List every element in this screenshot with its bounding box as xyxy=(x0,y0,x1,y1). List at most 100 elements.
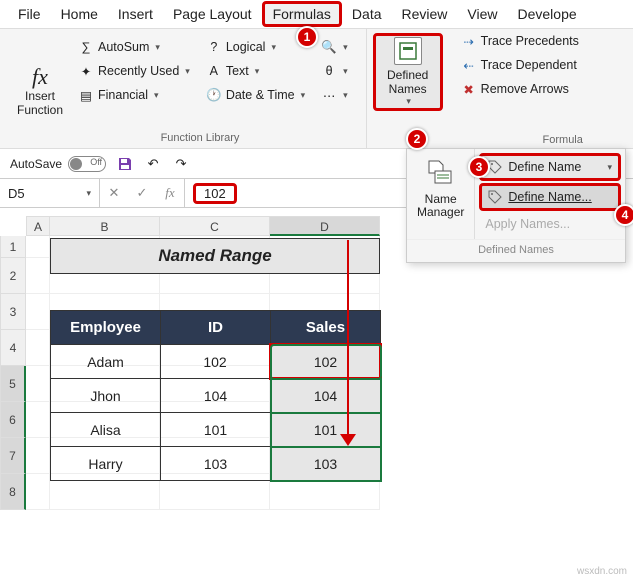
flyout-group-label: Defined Names xyxy=(407,239,625,262)
group-label-function-library: Function Library xyxy=(10,128,390,144)
step-badge-1: 1 xyxy=(296,26,318,48)
name-manager-button[interactable]: Name Manager xyxy=(407,149,475,239)
remove-arrows-label: Remove Arrows xyxy=(481,82,569,96)
autosave-label: AutoSave xyxy=(10,157,62,171)
more-button[interactable]: ⋯▾ xyxy=(317,85,352,105)
step-badge-3: 3 xyxy=(468,156,490,178)
tab-file[interactable]: File xyxy=(8,2,51,26)
cell-sales-selected[interactable]: 102 xyxy=(271,345,381,379)
autosum-button[interactable]: ∑ AutoSum ▾ xyxy=(74,37,194,57)
row-header-8[interactable]: 8 xyxy=(0,474,26,510)
formula-value: 102 xyxy=(193,183,237,204)
chevron-down-icon: ▾ xyxy=(255,66,260,77)
name-box-value: D5 xyxy=(8,186,25,201)
date-time-button[interactable]: 🕐 Date & Time ▾ xyxy=(202,85,309,105)
chevron-down-icon: ▾ xyxy=(343,90,348,101)
tab-developer[interactable]: Develope xyxy=(508,2,587,26)
step-badge-2: 2 xyxy=(406,128,428,150)
cell-id[interactable]: 102 xyxy=(161,345,271,379)
text-icon: A xyxy=(206,63,222,79)
lookup-icon: 🔍 xyxy=(321,39,337,55)
defined-names-icon xyxy=(394,37,422,65)
tab-page-layout[interactable]: Page Layout xyxy=(163,2,262,26)
remove-arrows-button[interactable]: ✖ Remove Arrows xyxy=(457,79,583,99)
chevron-down-icon: ▾ xyxy=(607,162,612,173)
row-header-7[interactable]: 7 xyxy=(0,438,26,474)
date-time-label: Date & Time xyxy=(226,88,295,102)
col-header-d[interactable]: D xyxy=(270,216,380,236)
autosave-toggle[interactable]: AutoSave Off xyxy=(10,156,106,172)
cell-sales[interactable]: 101 xyxy=(271,413,381,447)
trace-dependents-label: Trace Dependent xyxy=(481,58,577,72)
col-header-a[interactable]: A xyxy=(26,216,50,236)
tab-home[interactable]: Home xyxy=(51,2,108,26)
trace-dependents-button[interactable]: ⇠ Trace Dependent xyxy=(457,55,583,75)
defined-names-button[interactable]: Defined Names ▾ xyxy=(373,33,443,111)
chevron-down-icon: ▾ xyxy=(343,42,348,53)
theta-icon: θ xyxy=(321,63,337,79)
row-header-1[interactable]: 1 xyxy=(0,236,26,258)
cell-employee[interactable]: Harry xyxy=(51,447,161,481)
lookup-button[interactable]: 🔍▾ xyxy=(317,37,352,57)
cancel-icon[interactable]: ✕ xyxy=(100,179,128,207)
text-button[interactable]: A Text ▾ xyxy=(202,61,309,81)
tab-insert[interactable]: Insert xyxy=(108,2,163,26)
financial-icon: ▤ xyxy=(78,87,94,103)
enter-icon[interactable]: ✓ xyxy=(128,179,156,207)
logical-button[interactable]: ? Logical ▾ xyxy=(202,37,309,57)
trace-precedents-button[interactable]: ⇢ Trace Precedents xyxy=(457,31,583,51)
remove-arrows-icon: ✖ xyxy=(461,81,477,97)
row-header-6[interactable]: 6 xyxy=(0,402,26,438)
ribbon-tabs: File Home Insert Page Layout Formulas Da… xyxy=(0,0,633,28)
col-id[interactable]: ID xyxy=(161,311,271,345)
tab-review[interactable]: Review xyxy=(392,2,458,26)
chevron-down-icon: ▾ xyxy=(301,90,306,101)
autosum-label: AutoSum xyxy=(98,40,149,54)
redo-icon[interactable]: ↷ xyxy=(172,155,190,173)
cell-employee[interactable]: Adam xyxy=(51,345,161,379)
watermark: wsxdn.com xyxy=(577,566,627,577)
cell-sales[interactable]: 103 xyxy=(271,447,381,481)
row-header-2[interactable]: 2 xyxy=(0,258,26,294)
row-header-5[interactable]: 5 xyxy=(0,366,26,402)
defined-names-label: Defined Names xyxy=(387,69,428,95)
col-header-b[interactable]: B xyxy=(50,216,160,236)
cell-id[interactable]: 103 xyxy=(161,447,271,481)
sheet-title[interactable]: Named Range xyxy=(50,238,380,274)
chevron-down-icon: ▾ xyxy=(154,90,159,101)
save-icon[interactable] xyxy=(116,155,134,173)
define-name-dialog-item[interactable]: Define Name... xyxy=(479,183,621,211)
name-box[interactable]: D5 ▾ xyxy=(0,179,100,207)
cell-employee[interactable]: Jhon xyxy=(51,379,161,413)
apply-names-item[interactable]: Apply Names... xyxy=(479,213,621,235)
cell-sales[interactable]: 104 xyxy=(271,379,381,413)
define-name-menu[interactable]: Define Name ▾ xyxy=(479,153,621,181)
cell-employee[interactable]: Alisa xyxy=(51,413,161,447)
recent-icon: ✦ xyxy=(78,63,94,79)
tab-data[interactable]: Data xyxy=(342,2,392,26)
col-employee[interactable]: Employee xyxy=(51,311,161,345)
table-row: Adam 102 102 xyxy=(51,345,381,379)
logical-icon: ? xyxy=(206,39,222,55)
defined-names-dropdown: Name Manager Define Name ▾ Define Name..… xyxy=(406,148,626,263)
math-button[interactable]: θ▾ xyxy=(317,61,352,81)
col-sales[interactable]: Sales xyxy=(271,311,381,345)
fx-icon[interactable]: fx xyxy=(156,179,184,207)
toggle-switch[interactable]: Off xyxy=(68,156,106,172)
undo-icon[interactable]: ↶ xyxy=(144,155,162,173)
tab-view[interactable]: View xyxy=(457,2,507,26)
toggle-off-label: Off xyxy=(90,157,102,167)
financial-button[interactable]: ▤ Financial ▾ xyxy=(74,85,194,105)
define-name-dialog-label: Define Name... xyxy=(508,190,591,204)
row-header-3[interactable]: 3 xyxy=(0,294,26,330)
row-header-4[interactable]: 4 xyxy=(0,330,26,366)
apply-names-label: Apply Names... xyxy=(485,217,570,231)
cell-id[interactable]: 101 xyxy=(161,413,271,447)
chevron-down-icon[interactable]: ▾ xyxy=(86,188,91,199)
col-header-c[interactable]: C xyxy=(160,216,270,236)
tab-formulas[interactable]: Formulas xyxy=(262,1,342,27)
cell-id[interactable]: 104 xyxy=(161,379,271,413)
ellipsis-icon: ⋯ xyxy=(321,87,337,103)
recently-used-label: Recently Used xyxy=(98,64,179,78)
recently-used-button[interactable]: ✦ Recently Used ▾ xyxy=(74,61,194,81)
